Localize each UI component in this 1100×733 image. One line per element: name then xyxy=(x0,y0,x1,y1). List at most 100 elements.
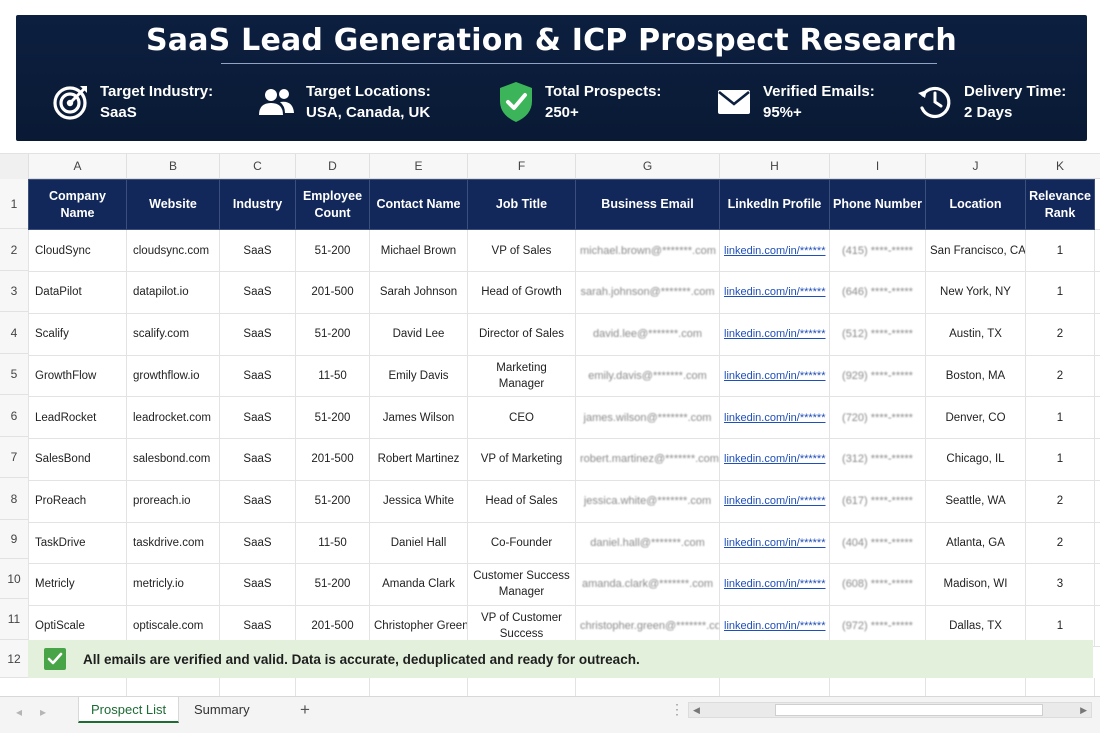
cell-location[interactable]: Seattle, WA xyxy=(925,479,1026,523)
cell-industry[interactable]: SaaS xyxy=(219,396,296,439)
cell-employee-count[interactable]: 51-200 xyxy=(295,229,370,272)
cell-linkedin-profile[interactable]: linkedin.com/in/****** xyxy=(719,229,830,272)
cell-relevance-rank[interactable]: 2 xyxy=(1025,312,1095,356)
cell-company-name[interactable]: CloudSync xyxy=(28,229,127,272)
scroll-left-icon[interactable]: ◀ xyxy=(693,703,700,717)
cell-phone-number[interactable]: (312) ****-***** xyxy=(829,438,926,481)
overflow-cell[interactable] xyxy=(1094,354,1100,397)
cell-location[interactable]: Madison, WI xyxy=(925,563,1026,606)
cell-business-email[interactable]: david.lee@*******.com xyxy=(575,312,720,356)
cell-company-name[interactable]: ProReach xyxy=(28,479,127,523)
scroll-right-icon[interactable]: ▶ xyxy=(1080,703,1087,717)
overflow-cell[interactable] xyxy=(1094,229,1100,272)
cell-job-title[interactable]: Marketing Manager xyxy=(467,354,576,397)
cell-website[interactable]: metricly.io xyxy=(126,563,220,606)
cell-location[interactable]: Boston, MA xyxy=(925,354,1026,397)
cell-business-email[interactable]: jessica.white@*******.com xyxy=(575,479,720,523)
cell-business-email[interactable]: amanda.clark@*******.com xyxy=(575,563,720,606)
column-header-i[interactable]: I xyxy=(829,154,925,179)
cell-employee-count[interactable]: 11-50 xyxy=(295,354,370,397)
row-header-6[interactable]: 6 xyxy=(0,395,28,437)
overflow-cell[interactable] xyxy=(1094,396,1100,439)
cell-business-email[interactable]: sarah.johnson@*******.com xyxy=(575,271,720,314)
cell-linkedin-profile[interactable]: linkedin.com/in/****** xyxy=(719,479,830,523)
row-header-2[interactable]: 2 xyxy=(0,229,28,271)
cell-website[interactable]: taskdrive.com xyxy=(126,521,220,564)
cell-contact-name[interactable]: Jessica White xyxy=(369,479,468,523)
cell-contact-name[interactable]: Robert Martinez xyxy=(369,438,468,481)
cell-company-name[interactable]: TaskDrive xyxy=(28,521,127,564)
cell-employee-count[interactable]: 51-200 xyxy=(295,312,370,356)
cell-job-title[interactable]: Head of Growth xyxy=(467,271,576,314)
cell-job-title[interactable]: Head of Sales xyxy=(467,479,576,523)
cell-linkedin-profile[interactable]: linkedin.com/in/****** xyxy=(719,396,830,439)
header-company-name[interactable]: Company Name xyxy=(28,179,127,230)
header-job-title[interactable]: Job Title xyxy=(467,179,576,230)
cell-phone-number[interactable]: (617) ****-***** xyxy=(829,479,926,523)
cell-relevance-rank[interactable]: 1 xyxy=(1025,438,1095,481)
cell-relevance-rank[interactable]: 1 xyxy=(1025,396,1095,439)
scrollbar-thumb[interactable] xyxy=(775,704,1043,716)
header-contact-name[interactable]: Contact Name xyxy=(369,179,468,230)
chevron-left-icon[interactable]: ◂ xyxy=(16,705,22,719)
cell-linkedin-profile[interactable]: linkedin.com/in/****** xyxy=(719,563,830,606)
row-header-5[interactable]: 5 xyxy=(0,354,28,395)
cell-industry[interactable]: SaaS xyxy=(219,563,296,606)
cell-employee-count[interactable]: 51-200 xyxy=(295,396,370,439)
row-header-12[interactable]: 12 xyxy=(0,640,28,678)
cell-business-email[interactable]: robert.martinez@*******.com xyxy=(575,438,720,481)
cell-company-name[interactable]: DataPilot xyxy=(28,271,127,314)
cell-business-email[interactable]: james.wilson@*******.com xyxy=(575,396,720,439)
overflow-cell[interactable] xyxy=(1094,271,1100,314)
cell-phone-number[interactable]: (415) ****-***** xyxy=(829,229,926,272)
cell-job-title[interactable]: CEO xyxy=(467,396,576,439)
column-header-f[interactable]: F xyxy=(467,154,575,179)
sheet-tab-prospect-list[interactable]: Prospect List xyxy=(78,697,180,723)
cell-website[interactable]: cloudsync.com xyxy=(126,229,220,272)
cell-website[interactable]: growthflow.io xyxy=(126,354,220,397)
cell-job-title[interactable]: Customer Success Manager xyxy=(467,563,576,606)
cell-relevance-rank[interactable]: 1 xyxy=(1025,229,1095,272)
column-header-e[interactable]: E xyxy=(369,154,467,179)
cell-linkedin-profile[interactable]: linkedin.com/in/****** xyxy=(719,521,830,564)
overflow-cell[interactable] xyxy=(1094,521,1100,564)
cell-phone-number[interactable]: (720) ****-***** xyxy=(829,396,926,439)
cell-location[interactable]: Atlanta, GA xyxy=(925,521,1026,564)
row-header-4[interactable]: 4 xyxy=(0,312,28,354)
cell-contact-name[interactable]: James Wilson xyxy=(369,396,468,439)
chevron-right-icon[interactable]: ▸ xyxy=(40,705,46,719)
cell-phone-number[interactable]: (404) ****-***** xyxy=(829,521,926,564)
cell-industry[interactable]: SaaS xyxy=(219,354,296,397)
cell-phone-number[interactable]: (929) ****-***** xyxy=(829,354,926,397)
cell-employee-count[interactable]: 51-200 xyxy=(295,563,370,606)
cell-linkedin-profile[interactable]: linkedin.com/in/****** xyxy=(719,271,830,314)
header-employee-count[interactable]: Employee Count xyxy=(295,179,370,230)
header-location[interactable]: Location xyxy=(925,179,1026,230)
cell-location[interactable]: Austin, TX xyxy=(925,312,1026,356)
overflow-cell[interactable] xyxy=(1094,604,1100,647)
row-header-1[interactable]: 1 xyxy=(0,179,28,229)
cell-business-email[interactable]: emily.davis@*******.com xyxy=(575,354,720,397)
cell-location[interactable]: New York, NY xyxy=(925,271,1026,314)
cell-linkedin-profile[interactable]: linkedin.com/in/****** xyxy=(719,438,830,481)
cell-industry[interactable]: SaaS xyxy=(219,271,296,314)
horizontal-scrollbar[interactable]: ◀ ▶ xyxy=(688,702,1092,718)
cell-industry[interactable]: SaaS xyxy=(219,229,296,272)
column-header-d[interactable]: D xyxy=(295,154,369,179)
cell-website[interactable]: scalify.com xyxy=(126,312,220,356)
cell-industry[interactable]: SaaS xyxy=(219,438,296,481)
cell-industry[interactable]: SaaS xyxy=(219,479,296,523)
column-header-g[interactable]: G xyxy=(575,154,719,179)
header-industry[interactable]: Industry xyxy=(219,179,296,230)
cell-linkedin-profile[interactable]: linkedin.com/in/****** xyxy=(719,354,830,397)
cell-contact-name[interactable]: David Lee xyxy=(369,312,468,356)
cell-contact-name[interactable]: Sarah Johnson xyxy=(369,271,468,314)
row-header-11[interactable]: 11 xyxy=(0,599,28,640)
row-header-7[interactable]: 7 xyxy=(0,437,28,478)
checkbox-checked-icon[interactable] xyxy=(44,648,66,670)
cell-industry[interactable]: SaaS xyxy=(219,521,296,564)
cell-website[interactable]: leadrocket.com xyxy=(126,396,220,439)
cell-contact-name[interactable]: Emily Davis xyxy=(369,354,468,397)
header-phone-number[interactable]: Phone Number xyxy=(829,179,926,230)
cell-linkedin-profile[interactable]: linkedin.com/in/****** xyxy=(719,312,830,356)
